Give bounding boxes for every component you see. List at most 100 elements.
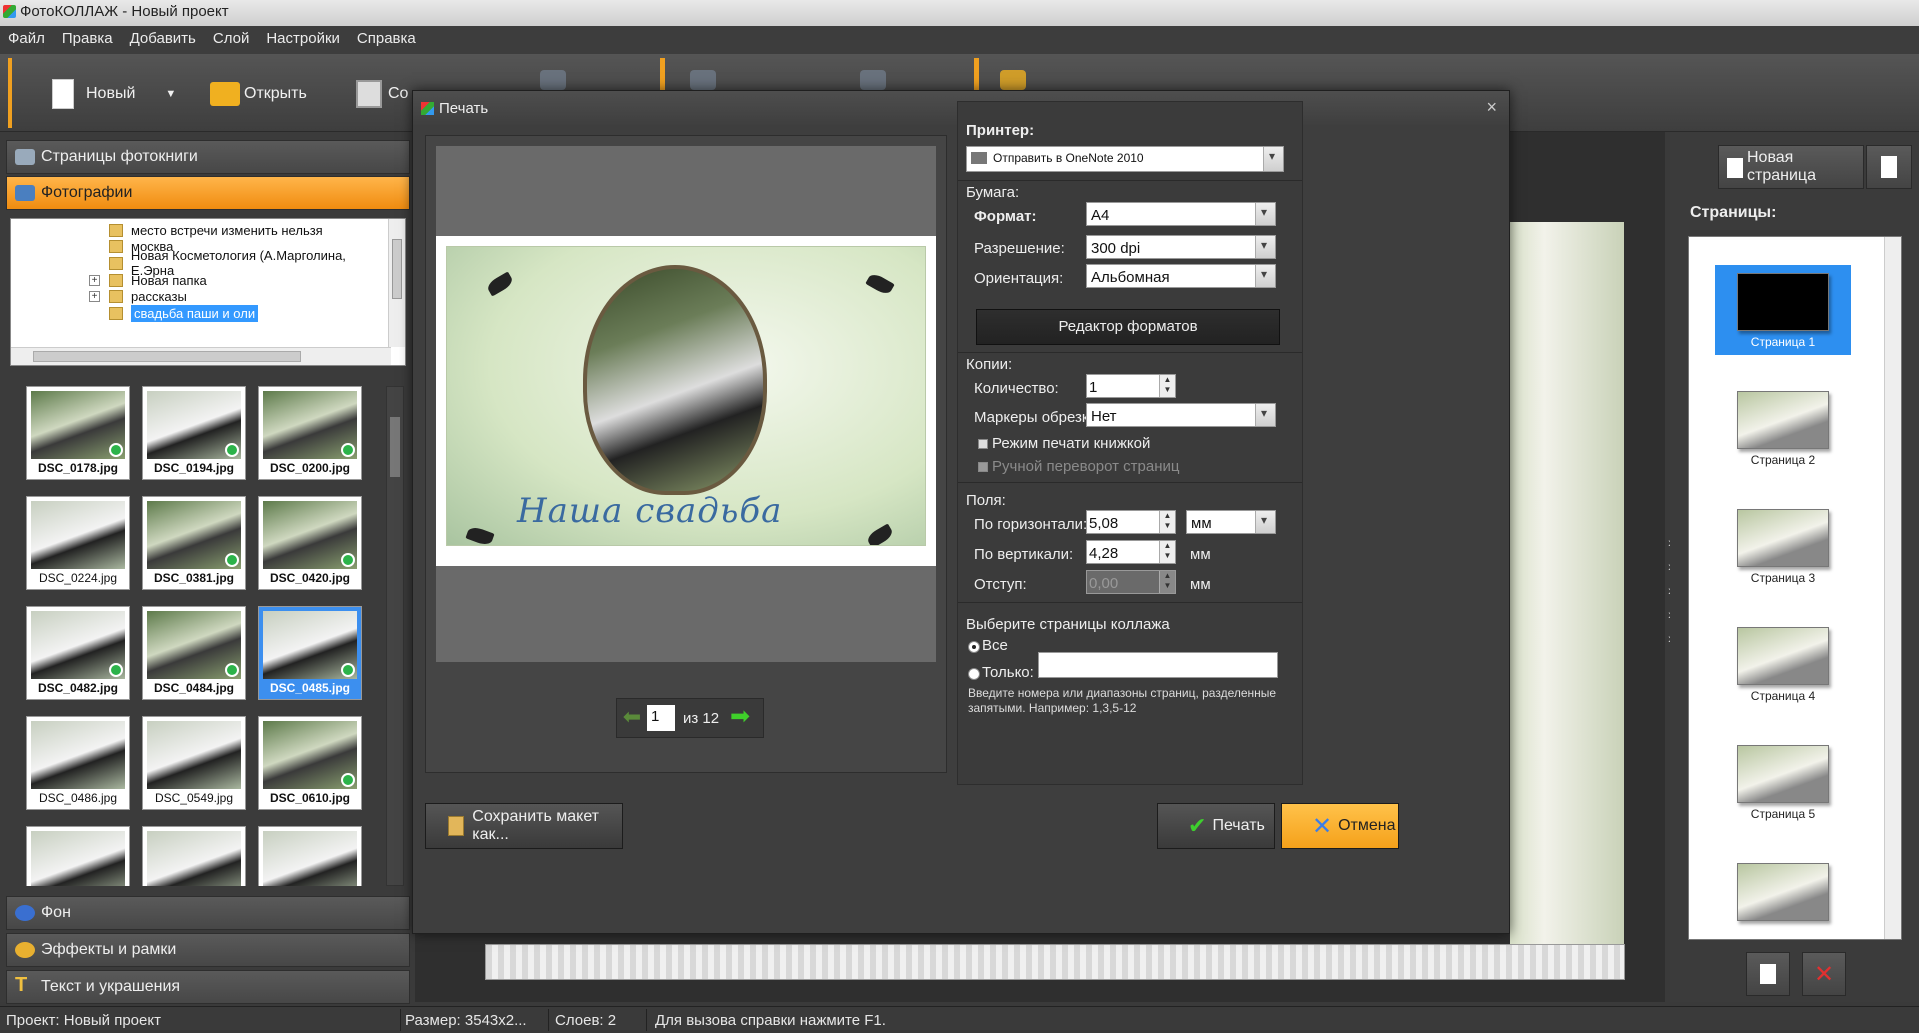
page-item[interactable]: Страница 3 <box>1715 501 1851 591</box>
collage-canvas-bottom[interactable] <box>485 944 1625 980</box>
photo-thumb[interactable]: DSC_0178.jpg <box>26 386 130 480</box>
folder-icon <box>109 273 123 287</box>
photo-thumb[interactable]: DSC_0224.jpg <box>26 496 130 590</box>
chevron-down-icon[interactable]: ▼ <box>165 88 176 100</box>
cancel-button[interactable]: ✕ Отмена <box>1281 803 1399 849</box>
format-select[interactable]: A4 <box>1086 202 1276 226</box>
menu-edit[interactable]: Правка <box>62 26 113 47</box>
manual-flip-checkbox[interactable] <box>978 462 988 472</box>
menu-settings[interactable]: Настройки <box>266 26 340 47</box>
photo-thumb[interactable] <box>142 826 246 886</box>
photo-thumb[interactable]: DSC_0610.jpg <box>258 716 362 810</box>
print-preview-area: Наша свадьба <box>436 146 936 662</box>
chevron-down-icon[interactable] <box>1255 511 1275 533</box>
redo-icon[interactable] <box>860 70 886 90</box>
book-mode-checkbox[interactable] <box>978 439 988 449</box>
section-photobook-pages[interactable]: Страницы фотокниги <box>6 140 410 174</box>
photo-thumb[interactable]: DSC_0194.jpg <box>142 386 246 480</box>
quantity-value: 1 <box>1089 379 1098 396</box>
only-pages-radio[interactable] <box>968 668 980 680</box>
photo-thumb[interactable]: DSC_0381.jpg <box>142 496 246 590</box>
section-background[interactable]: Фон <box>6 896 410 930</box>
page-item[interactable] <box>1715 855 1851 939</box>
section-text[interactable]: T Текст и украшения <box>6 970 410 1004</box>
printer-select[interactable]: Отправить в OneNote 2010 <box>966 146 1284 172</box>
photo-thumb[interactable]: DSC_0482.jpg <box>26 606 130 700</box>
save-button[interactable]: Со <box>356 66 408 122</box>
page-range-hint: Введите номера или диапазоны страниц, ра… <box>968 686 1277 715</box>
photo-thumb[interactable]: DSC_0549.jpg <box>142 716 246 810</box>
duplicate-page-button[interactable] <box>1746 952 1790 996</box>
format-editor-button[interactable]: Редактор форматов <box>976 309 1280 345</box>
crop-marks-select[interactable]: Нет <box>1086 403 1276 427</box>
arrow-left-icon[interactable]: ⬅ <box>617 699 647 737</box>
chevron-down-icon[interactable] <box>1255 404 1275 426</box>
spin-arrows-icon[interactable]: ▲ ▼ <box>1159 541 1175 563</box>
photo-thumb[interactable]: DSC_0486.jpg <box>26 716 130 810</box>
orientation-select[interactable]: Альбомная <box>1086 264 1276 288</box>
new-page-button[interactable]: Новая страница <box>1718 145 1864 189</box>
photo-thumb[interactable] <box>258 826 362 886</box>
unit-select[interactable]: мм <box>1186 510 1276 534</box>
menu-file[interactable]: Файл <box>8 26 45 47</box>
chevron-down-icon[interactable] <box>1255 203 1275 225</box>
tree-vertical-scrollbar[interactable] <box>388 219 405 347</box>
spin-arrows-icon[interactable]: ▲ ▼ <box>1159 375 1175 397</box>
undo-icon[interactable] <box>690 70 716 90</box>
horizontal-margin-stepper[interactable]: 5,08 ▲ ▼ <box>1086 510 1176 534</box>
print-button[interactable]: ✔ Печать <box>1157 803 1275 849</box>
photo-thumb-selected[interactable]: DSC_0485.jpg <box>258 606 362 700</box>
delete-page-button[interactable]: ✕ <box>1802 952 1846 996</box>
effects-icon[interactable] <box>1000 70 1026 90</box>
scroll-thumb[interactable] <box>392 239 402 299</box>
spin-arrows-icon[interactable]: ▲ ▼ <box>1159 511 1175 533</box>
print-icon[interactable] <box>540 70 566 90</box>
vertical-margin-stepper[interactable]: 4,28 ▲ ▼ <box>1086 540 1176 564</box>
page-range-input[interactable] <box>1038 652 1278 678</box>
folder-tree[interactable]: место встречи изменить нельзя москва Нов… <box>10 218 406 366</box>
spin-arrows-icon[interactable]: ▲ ▼ <box>1159 571 1175 593</box>
status-project: Проект: Новый проект <box>6 1012 161 1029</box>
arrow-right-icon[interactable]: ➡ <box>725 699 755 737</box>
section-effects[interactable]: Эффекты и рамки <box>6 933 410 967</box>
save-layout-button[interactable]: Сохранить макет как... <box>425 803 623 849</box>
photo-thumb[interactable]: DSC_0484.jpg <box>142 606 246 700</box>
offset-stepper[interactable]: 0,00 ▲ ▼ <box>1086 570 1176 594</box>
photo-thumb[interactable]: DSC_0200.jpg <box>258 386 362 480</box>
scroll-thumb[interactable] <box>33 351 301 362</box>
page-item[interactable]: Страница 5 <box>1715 737 1851 827</box>
page-item[interactable]: Страница 4 <box>1715 619 1851 709</box>
collage-canvas[interactable] <box>1510 222 1624 980</box>
page-item-selected[interactable]: Страница 1 <box>1715 265 1851 355</box>
scroll-thumb[interactable] <box>390 417 400 477</box>
chevron-down-icon[interactable] <box>1255 236 1275 258</box>
section-photos[interactable]: Фотографии <box>6 176 410 210</box>
close-icon[interactable]: × <box>1486 97 1497 118</box>
page-settings-button[interactable] <box>1866 145 1912 189</box>
chevron-down-icon[interactable] <box>1263 147 1283 171</box>
all-pages-radio[interactable] <box>968 641 980 653</box>
page-number-input[interactable]: 1 <box>647 705 675 731</box>
new-button[interactable]: Новый ▼ <box>52 66 176 122</box>
photo-thumb[interactable] <box>26 826 130 886</box>
resolution-select[interactable]: 300 dpi <box>1086 235 1276 259</box>
app-icon <box>421 102 434 115</box>
thumbnails-scrollbar[interactable] <box>386 386 404 886</box>
check-icon <box>341 663 355 677</box>
open-button[interactable]: Открыть <box>210 66 307 122</box>
folder-item-selected[interactable]: свадьба паши и оли <box>11 303 391 323</box>
copy-icon <box>1760 964 1776 984</box>
menu-help[interactable]: Справка <box>357 26 416 47</box>
photo-thumb[interactable]: DSC_0420.jpg <box>258 496 362 590</box>
photo-name: DSC_0485.jpg <box>269 681 351 695</box>
tree-horizontal-scrollbar[interactable] <box>11 347 391 365</box>
chevron-down-icon[interactable] <box>1255 265 1275 287</box>
pages-scrollbar[interactable] <box>1884 237 1901 939</box>
quantity-stepper[interactable]: 1 ▲ ▼ <box>1086 374 1176 398</box>
menu-add[interactable]: Добавить <box>130 26 196 47</box>
vertical-margin-label: По вертикали: <box>974 546 1074 563</box>
expand-icon[interactable]: + <box>89 290 100 302</box>
menu-layer[interactable]: Слой <box>213 26 249 47</box>
page-item[interactable]: Страница 2 <box>1715 383 1851 473</box>
expand-icon[interactable]: + <box>89 274 100 286</box>
